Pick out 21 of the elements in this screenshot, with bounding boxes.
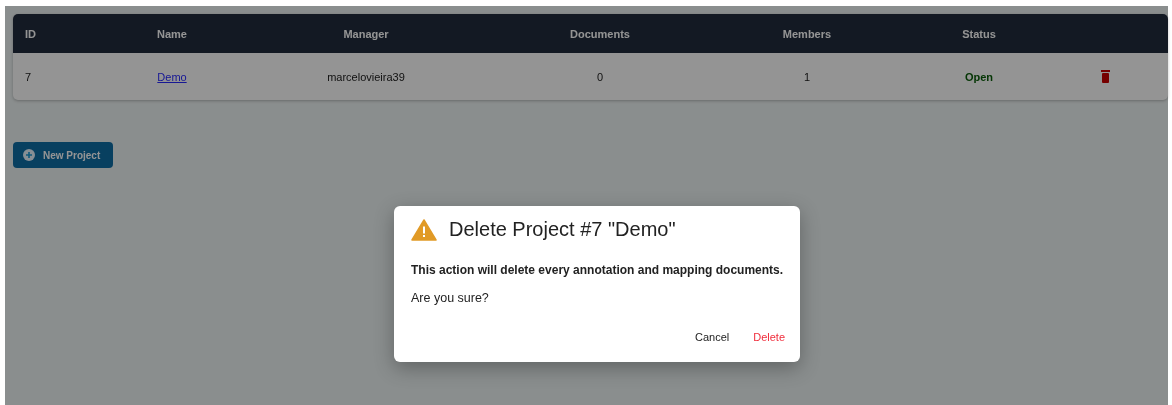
warning-icon: [411, 218, 437, 241]
table-cell-text: marcelovieira39: [326, 70, 406, 83]
column-header: Manager: [342, 27, 390, 40]
project-link[interactable]: Demo: [157, 70, 187, 83]
column-header: ID: [24, 27, 37, 40]
table-cell-text: 7: [24, 70, 33, 83]
delete-button[interactable]: Delete: [747, 327, 791, 347]
dialog-question: Are you sure?: [411, 291, 490, 305]
table-cell-text: 0: [595, 70, 605, 83]
status-text: Open: [963, 70, 995, 83]
column-header: Members: [781, 27, 833, 40]
column-header: Name: [156, 27, 188, 40]
cancel-button[interactable]: Cancel: [688, 327, 736, 347]
dialog-title: Delete Project #7 "Demo": [449, 218, 676, 241]
trash-icon[interactable]: [1101, 70, 1110, 83]
dialog-message: This action will delete every annotation and mapping documents.: [411, 263, 783, 277]
plus-circle-icon: [23, 149, 35, 161]
column-header: Status: [961, 27, 997, 40]
table-cell-text: 1: [802, 70, 812, 83]
new-project-button[interactable]: New Project: [13, 142, 113, 168]
column-header: Documents: [569, 27, 631, 40]
